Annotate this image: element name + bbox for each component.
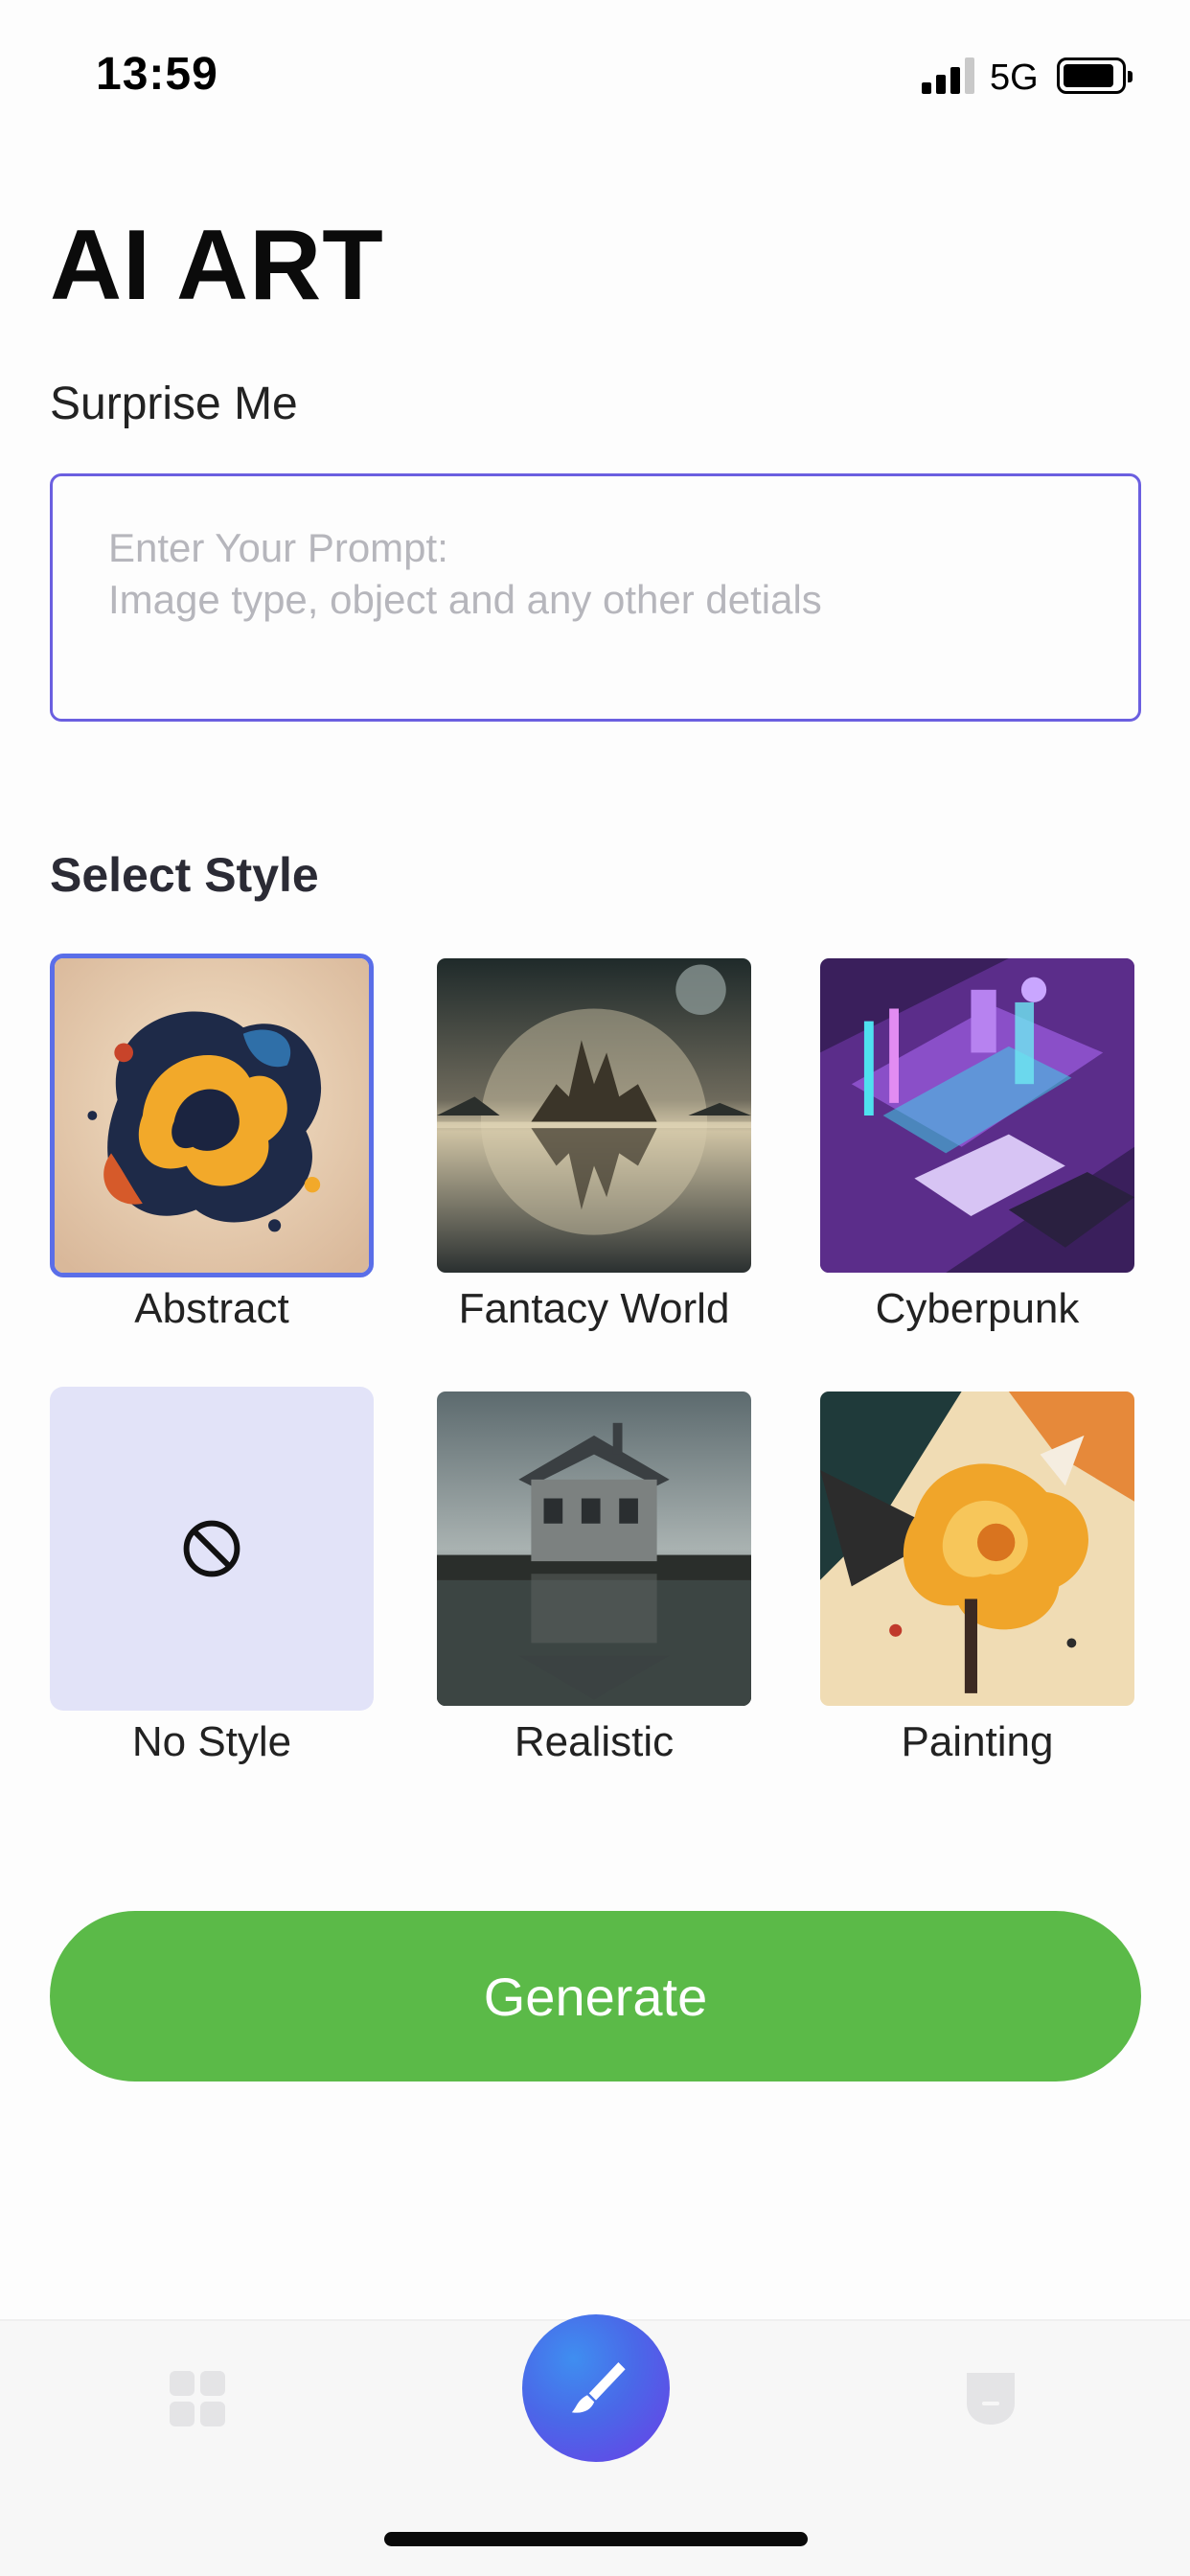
- style-label: Realistic: [514, 1718, 675, 1765]
- network-type: 5G: [990, 58, 1039, 98]
- cyberpunk-thumbnail: [815, 954, 1139, 1277]
- style-card-abstract[interactable]: Abstract: [50, 954, 376, 1333]
- style-card-no-style[interactable]: No Style: [50, 1387, 376, 1766]
- fantacy-world-thumbnail: [432, 954, 756, 1277]
- style-label: Fantacy World: [458, 1285, 730, 1332]
- no-symbol-icon: [183, 1520, 240, 1577]
- profile-icon[interactable]: [963, 2369, 1018, 2428]
- signal-strength-icon: [922, 58, 975, 94]
- grid-icon[interactable]: [170, 2371, 225, 2426]
- app-screen: 13:59 5G AI ART Surprise Me Select Style: [0, 0, 1190, 2576]
- create-art-tab[interactable]: [522, 2314, 670, 2462]
- surprise-me-button[interactable]: Surprise Me: [50, 378, 298, 430]
- paintbrush-icon: [571, 2362, 626, 2413]
- abstract-thumbnail: [50, 954, 374, 1277]
- prompt-box: [50, 473, 1141, 722]
- status-bar: 13:59 5G: [0, 0, 1190, 153]
- select-style-title: Select Style: [50, 848, 319, 902]
- style-label: No Style: [131, 1718, 292, 1765]
- style-card-cyberpunk[interactable]: Cyberpunk: [815, 954, 1141, 1333]
- style-card-fantacy-world[interactable]: Fantacy World: [432, 954, 758, 1333]
- generate-button[interactable]: Generate: [50, 1911, 1141, 2082]
- painting-thumbnail: [815, 1387, 1139, 1711]
- battery-full-icon: [1057, 58, 1133, 94]
- status-time: 13:59: [96, 49, 218, 100]
- prompt-input[interactable]: [108, 522, 1086, 666]
- home-indicator: [384, 2532, 808, 2546]
- style-card-painting[interactable]: Painting: [815, 1387, 1141, 1766]
- realistic-thumbnail: [432, 1387, 756, 1711]
- page-title: AI ART: [50, 210, 384, 321]
- style-label: Abstract: [134, 1285, 289, 1332]
- style-label: Cyberpunk: [875, 1285, 1080, 1332]
- style-card-realistic[interactable]: Realistic: [432, 1387, 758, 1766]
- style-label: Painting: [901, 1718, 1054, 1765]
- no-style-thumbnail: [50, 1387, 374, 1711]
